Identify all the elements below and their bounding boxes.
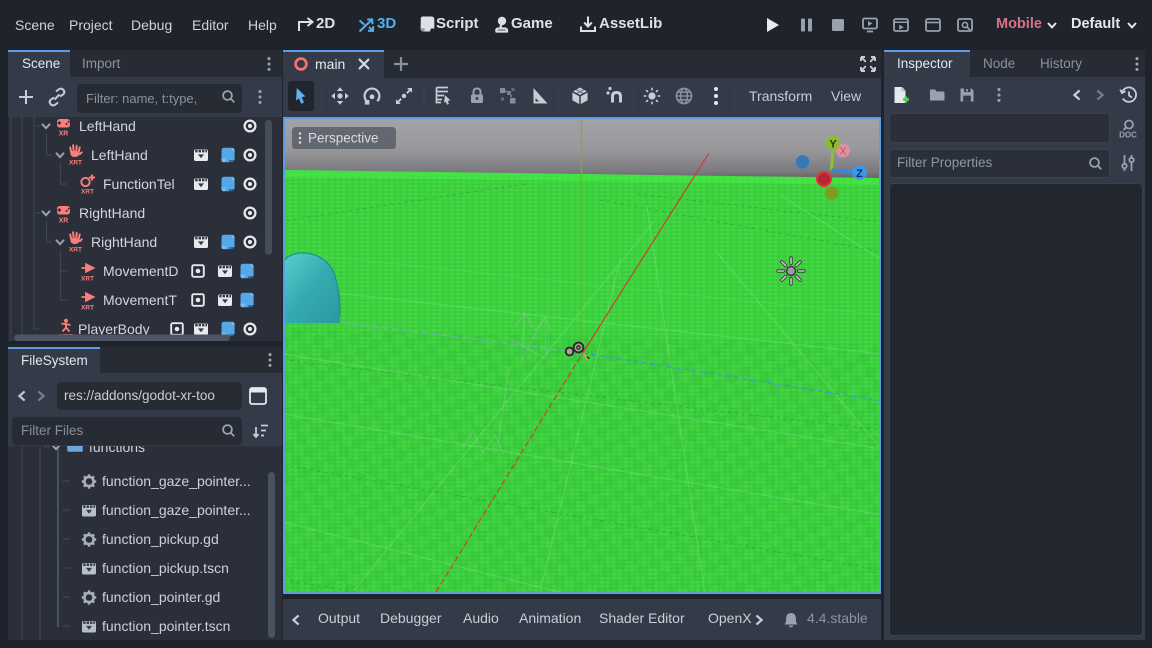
- svg-text:DOC: DOC: [1119, 131, 1137, 140]
